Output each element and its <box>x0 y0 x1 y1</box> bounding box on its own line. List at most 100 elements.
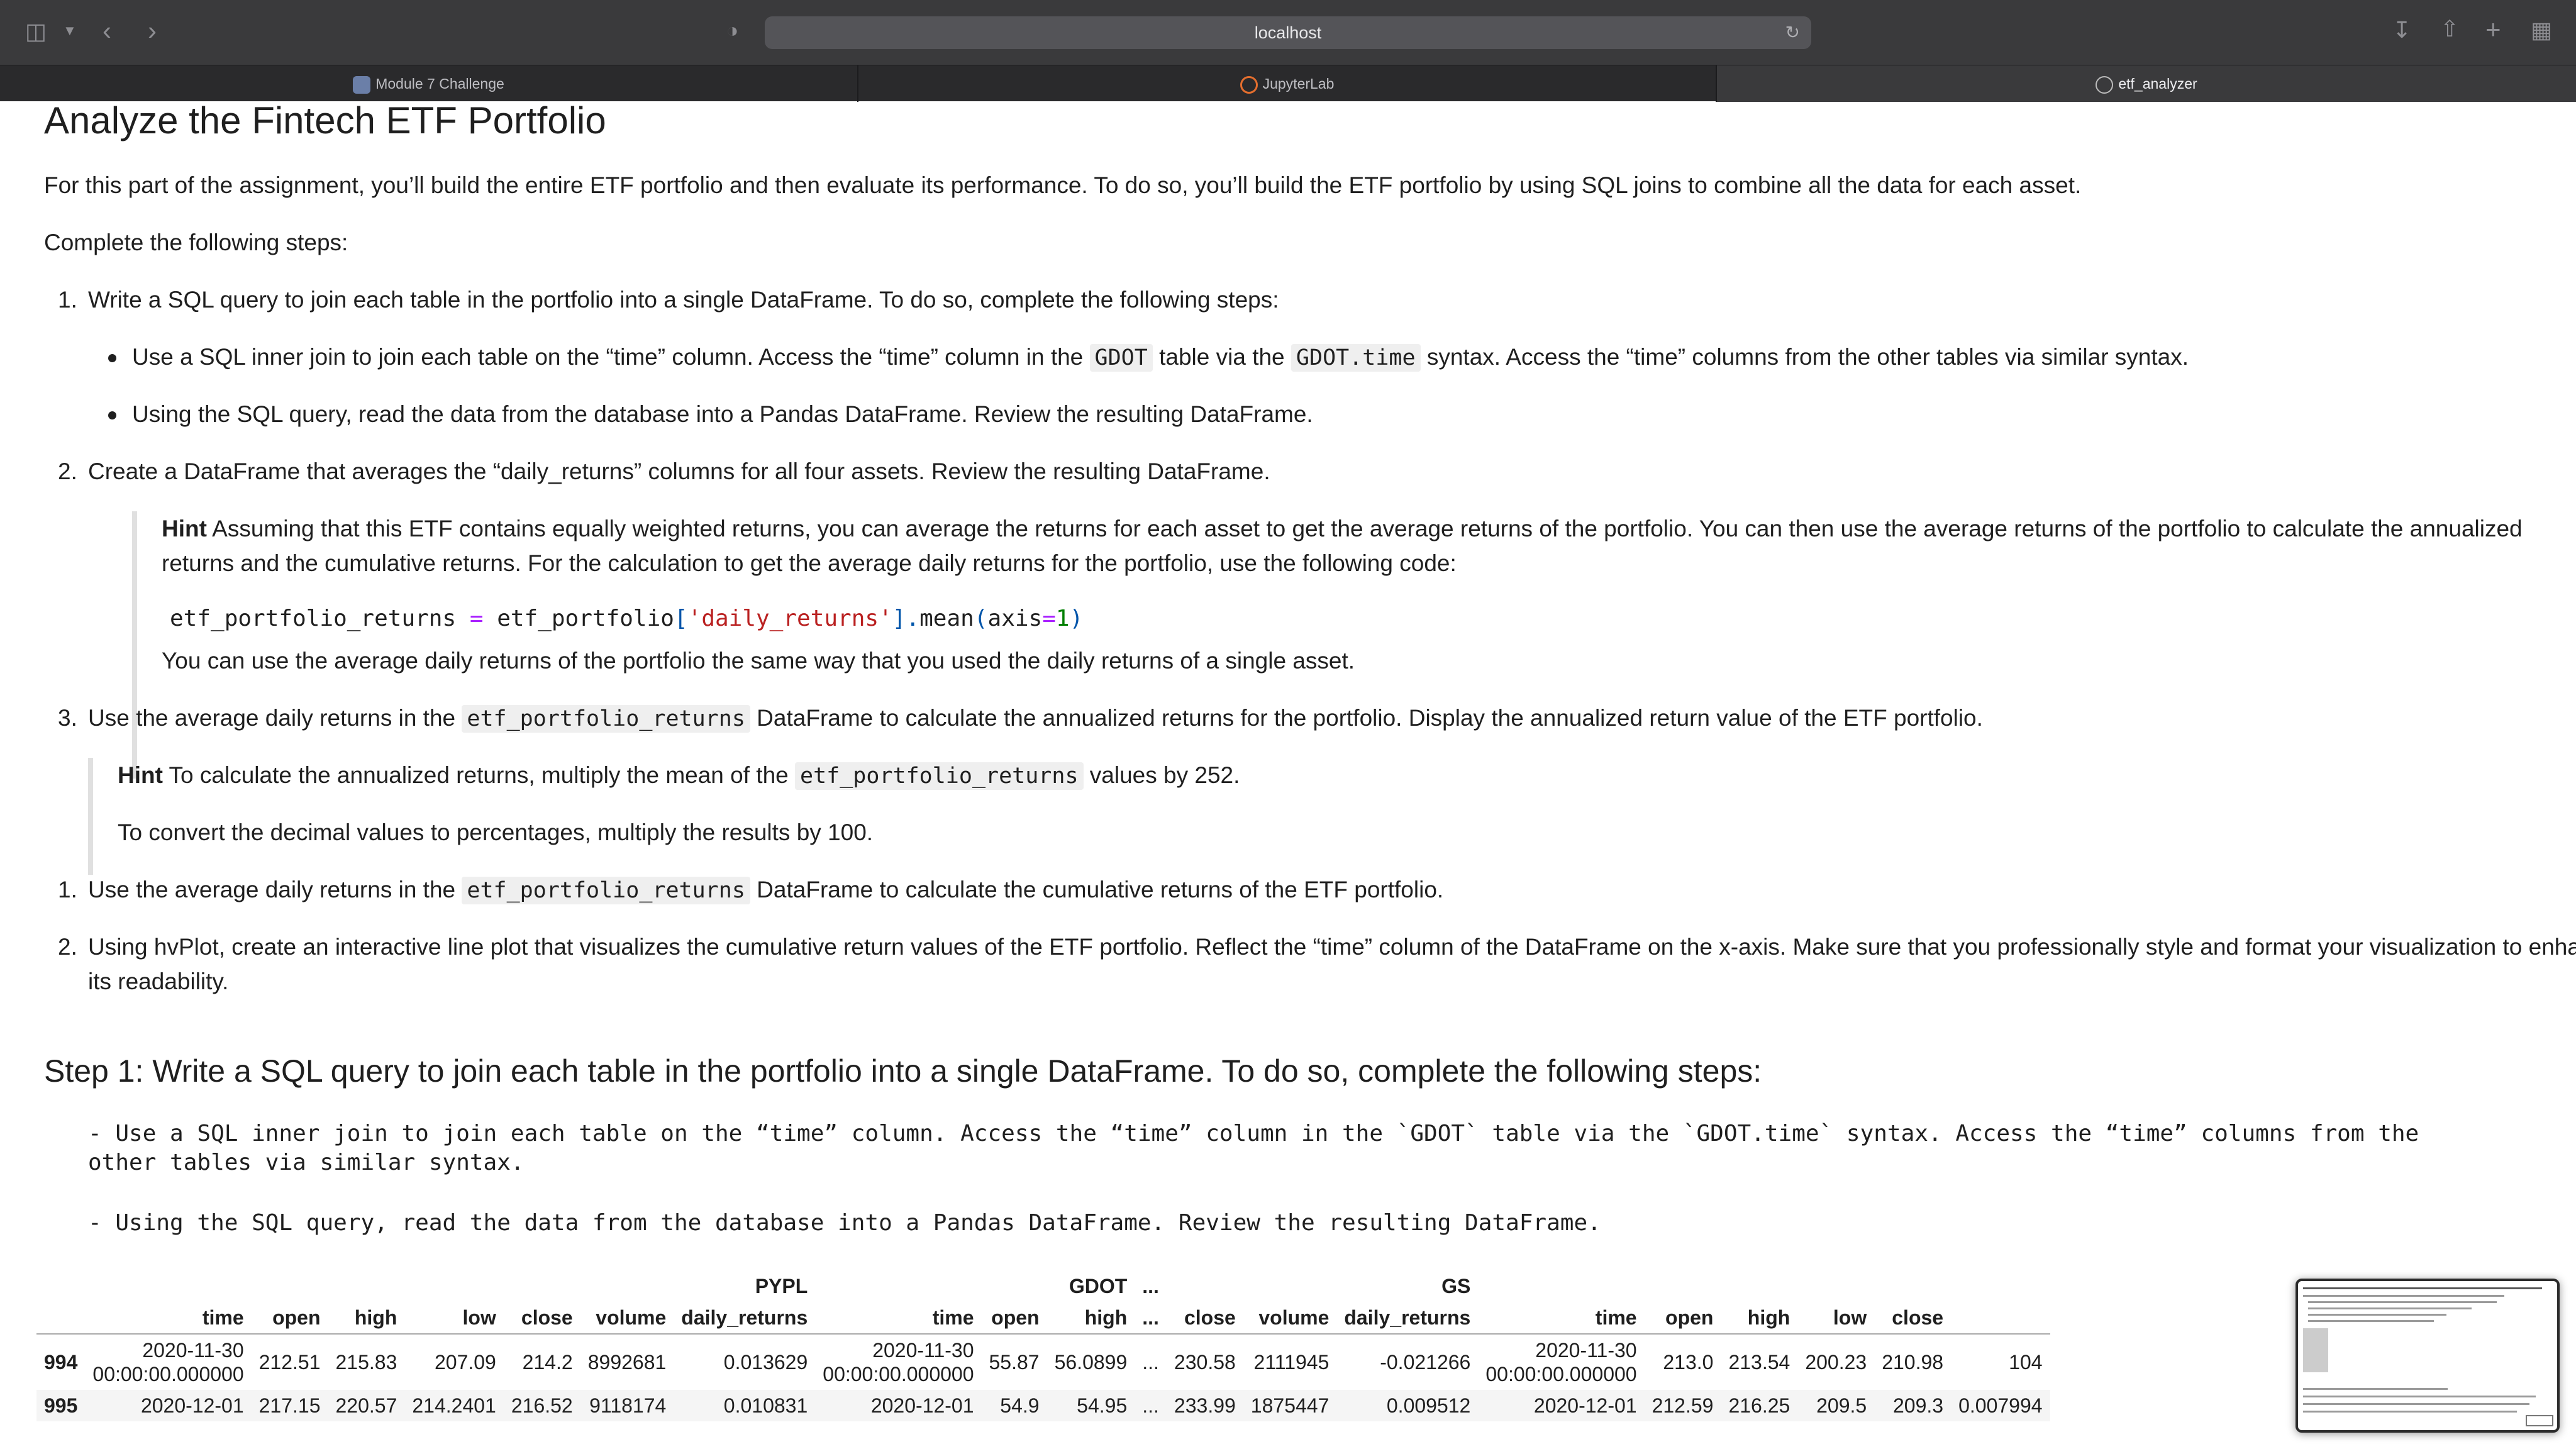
list-number: 1. <box>58 877 77 902</box>
bullet-read-data: Using the SQL query, read the data from … <box>132 401 1313 427</box>
privacy-shield-icon[interactable]: ◑ <box>726 20 738 40</box>
column-header: high <box>1747 1306 1790 1329</box>
column-header: low <box>1833 1306 1867 1329</box>
step-5-line-1: Using hvPlot, create an interactive line… <box>88 934 2576 960</box>
table-row: 995 2020-12-01 217.15 220.57 214.2401 21… <box>36 1390 2050 1421</box>
table-cell: 214.2 <box>522 1351 573 1374</box>
bullet-text: table via the <box>1152 344 1291 370</box>
table-cell: 0.010831 <box>723 1394 808 1417</box>
tab-etf-analyzer[interactable]: etf_analyzer <box>1717 65 2576 102</box>
new-tab-icon[interactable]: + <box>2485 16 2501 43</box>
table-cell: -0.021266 <box>1380 1351 1471 1374</box>
inline-code: etf_portfolio_returns <box>795 762 1084 790</box>
inline-code: GDOT <box>1089 344 1153 372</box>
hint-blockquote <box>132 511 137 779</box>
table-cell: 0.009512 <box>1386 1394 1471 1417</box>
tab-jupyterlab[interactable]: JupyterLab <box>858 65 1717 102</box>
code-token: axis <box>987 606 1043 631</box>
table-cell: 54.95 <box>1077 1394 1128 1417</box>
page-title: Analyze the Fintech ETF Portfolio <box>44 101 606 142</box>
step-1-mono-line-2: other tables via similar syntax. <box>88 1150 525 1175</box>
table-cell: 233.99 <box>1174 1394 1236 1417</box>
column-header: open <box>1665 1306 1714 1329</box>
table-cell: 2020-12-01 <box>870 1394 974 1417</box>
cell-date: 2020-11-30 <box>142 1339 244 1362</box>
table-cell: 210.98 <box>1882 1351 1944 1374</box>
column-header: ... <box>1142 1306 1159 1329</box>
list-number: 2. <box>58 934 77 960</box>
column-header: volume <box>1258 1306 1330 1329</box>
thumbnail-line <box>2308 1307 2472 1309</box>
table-cell: 209.3 <box>1893 1394 1944 1417</box>
thumbnail-line <box>2303 1403 2529 1405</box>
hint-1-after: You can use the average daily returns of… <box>162 648 1355 674</box>
share-icon[interactable]: ⇧ <box>2440 18 2459 40</box>
code-token: 'daily_returns' <box>687 606 892 631</box>
thumbnail-block <box>2303 1328 2328 1372</box>
reload-icon[interactable]: ↻ <box>1785 16 1800 49</box>
chevron-down-icon[interactable]: ▼ <box>63 24 77 38</box>
table-cell: 207.09 <box>434 1351 496 1374</box>
code-token: mean <box>919 606 974 631</box>
table-cell: 56.0899 <box>1054 1351 1128 1374</box>
step-5-line-2: its readability. <box>88 969 229 994</box>
thumbnail-viewport-box <box>2526 1415 2553 1426</box>
table-cell: 55.87 <box>989 1351 1040 1374</box>
thumbnail-line <box>2303 1396 2536 1397</box>
group-gs: GS <box>1441 1275 1471 1297</box>
table-cell: 2020-12-01 <box>140 1394 244 1417</box>
column-header: daily_returns <box>1344 1306 1471 1329</box>
step-text: DataFrame to calculate the annualized re… <box>750 705 1983 731</box>
table-cell: 220.57 <box>335 1394 397 1417</box>
table-cell: 9118174 <box>589 1394 667 1417</box>
tab-label: JupyterLab <box>1262 75 1335 92</box>
address-bar[interactable]: localhost ↻ <box>765 16 1811 49</box>
thumbnail-line <box>2303 1411 2517 1413</box>
step-text: Use the average daily returns in the <box>88 705 462 731</box>
table-cell: 213.0 <box>1663 1351 1714 1374</box>
table-cell: 216.52 <box>511 1394 573 1417</box>
table-cell-cut: 0.007994 <box>1958 1394 2043 1417</box>
tab-module-7-challenge[interactable]: Module 7 Challenge <box>0 65 858 102</box>
cell-time: 00:00:00.000000 <box>1485 1363 1637 1385</box>
table-group-header-row: PYPL GDOT ... GS <box>36 1270 2050 1302</box>
hint-2-line-1: Hint To calculate the annualized returns… <box>118 758 1240 794</box>
table-cell: ... <box>1142 1394 1159 1417</box>
list-number: 3. <box>58 705 77 731</box>
inline-code: etf_portfolio_returns <box>462 705 750 733</box>
column-header: close <box>1184 1306 1236 1329</box>
code-token: . <box>906 606 920 631</box>
table-cell: 0.013629 <box>723 1351 808 1374</box>
table-cell-cut: 104 <box>2009 1351 2043 1374</box>
thumbnail-line <box>2303 1295 2504 1297</box>
step-2-text: Create a DataFrame that averages the “da… <box>88 458 1270 484</box>
sidebar-toggle-icon[interactable]: ◫ <box>25 20 47 43</box>
page-preview-thumbnail[interactable] <box>2296 1279 2560 1433</box>
table-cell: 212.59 <box>1652 1394 1714 1417</box>
table-column-header-row: time open high low close volume daily_re… <box>36 1302 2050 1334</box>
row-index: 994 <box>44 1351 78 1374</box>
inline-code: GDOT.time <box>1291 344 1421 372</box>
download-icon[interactable]: ↧ <box>2392 19 2411 42</box>
code-token: etf_portfolio <box>483 606 674 631</box>
tab-overview-icon[interactable]: ▦ <box>2531 19 2552 42</box>
step-text: Use the average daily returns in the <box>88 877 462 902</box>
complete-steps-label: Complete the following steps: <box>44 230 348 255</box>
code-token: ( <box>974 606 988 631</box>
step-4-text: Use the average daily returns in the etf… <box>88 872 1443 908</box>
inline-code: etf_portfolio_returns <box>462 877 750 904</box>
bullet-text: syntax. Access the “time” columns from t… <box>1420 344 2189 370</box>
back-arrow-icon[interactable]: ‹ <box>103 18 111 44</box>
table-cell: 8992681 <box>587 1351 667 1374</box>
hint-1-line-2: returns and the cumulative returns. For … <box>162 550 1457 576</box>
hint-label: Hint <box>118 762 163 788</box>
table-cell: 2111945 <box>1253 1351 1330 1374</box>
group-pypl: PYPL <box>755 1275 808 1297</box>
forward-arrow-icon[interactable]: › <box>148 18 157 44</box>
code-token: 1 <box>1055 606 1070 631</box>
tab-label: Module 7 Challenge <box>375 75 504 92</box>
step-text: DataFrame to calculate the cumulative re… <box>750 877 1444 902</box>
compass-favicon-icon <box>2096 75 2114 94</box>
table-cell: 215.83 <box>335 1351 397 1374</box>
column-header: high <box>1084 1306 1128 1329</box>
